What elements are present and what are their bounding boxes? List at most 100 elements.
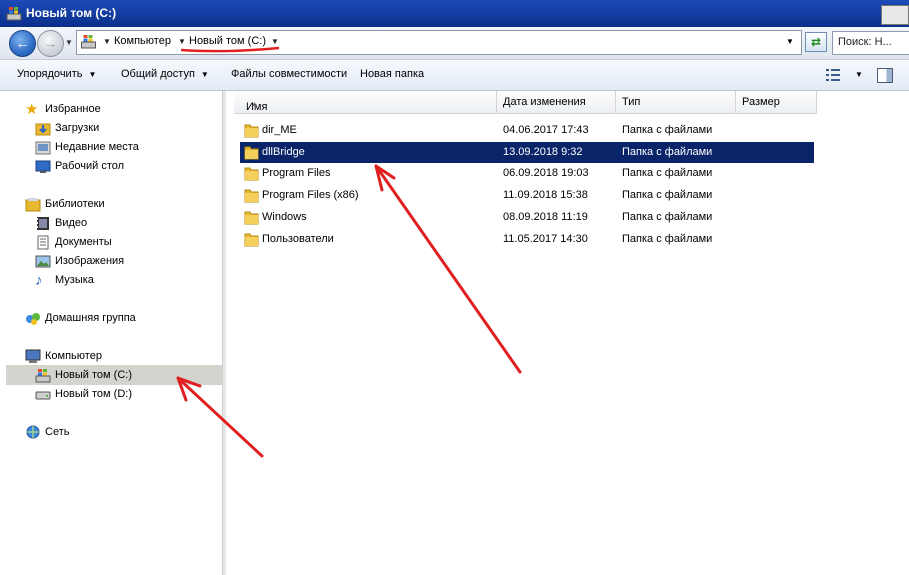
column-header-date[interactable]: Дата изменения xyxy=(497,91,616,114)
nav-label: Изображения xyxy=(55,255,125,267)
search-input[interactable]: Поиск: Н... xyxy=(832,31,909,55)
column-header-type[interactable]: Тип xyxy=(616,91,736,114)
folder-icon xyxy=(244,124,259,138)
breadcrumb-separator-icon[interactable]: ▼ xyxy=(103,37,111,46)
file-type: Папка с файлами xyxy=(622,146,713,158)
file-name: dllBridge xyxy=(262,146,305,158)
images-icon xyxy=(35,255,51,268)
file-date: 06.09.2018 19:03 xyxy=(503,167,589,179)
file-type: Папка с файлами xyxy=(622,167,713,179)
arrow-left-icon: ← xyxy=(15,35,30,51)
pane-splitter[interactable] xyxy=(222,91,226,575)
organize-label: Упорядочить xyxy=(17,68,83,80)
nav-label: Видео xyxy=(55,217,88,229)
refresh-icon: ⇄ xyxy=(810,35,822,49)
preview-pane-icon[interactable] xyxy=(877,68,893,83)
maximize-button[interactable] xyxy=(881,5,909,25)
file-date: 04.06.2017 17:43 xyxy=(503,124,589,136)
column-label: Тип xyxy=(622,96,641,108)
file-row[interactable]: dllBridge 13.09.2018 9:32 Папка с файлами xyxy=(240,142,814,163)
view-options-icon[interactable] xyxy=(826,69,840,81)
file-date: 11.09.2018 15:38 xyxy=(503,189,588,201)
file-row[interactable]: Program Files (x86) 11.09.2018 15:38 Папка… xyxy=(240,185,814,206)
breadcrumb-separator-icon[interactable]: ▼ xyxy=(178,37,186,46)
file-name: Program Files (x86) xyxy=(262,189,359,201)
drive-windows-icon xyxy=(6,7,22,21)
file-row[interactable]: Program Files 06.09.2018 19:03 Папка с фай… xyxy=(240,163,814,184)
organize-button[interactable]: Упорядочить ▼ xyxy=(17,68,96,80)
file-name: Пользователи xyxy=(262,233,334,245)
folder-icon xyxy=(244,211,259,225)
downloads-folder-icon xyxy=(35,123,51,136)
nav-label: Музыка xyxy=(55,274,94,286)
folder-icon xyxy=(244,189,259,203)
file-row[interactable]: Windows 08.09.2018 11:19 Папка с файлами xyxy=(240,207,814,228)
window-title: Новый том (C:) xyxy=(26,6,117,20)
file-row[interactable]: Пользователи 11.05.2017 14:30 Папка с файл… xyxy=(240,229,814,250)
file-date: 13.09.2018 9:32 xyxy=(503,146,583,158)
breadcrumb-drive-c[interactable]: Новый том (C:) xyxy=(189,35,266,47)
nav-label: Компьютер xyxy=(45,350,102,362)
star-icon: ★ xyxy=(25,101,39,118)
drive-windows-icon xyxy=(35,369,51,383)
file-type: Папка с файлами xyxy=(622,189,713,201)
search-placeholder: Поиск: Н... xyxy=(838,36,892,48)
nav-label: Библиотеки xyxy=(45,198,105,210)
new-folder-button[interactable]: Новая папка xyxy=(360,68,424,80)
title-bar: Новый том (C:) xyxy=(0,0,909,27)
file-row[interactable]: dir_ME 04.06.2017 17:43 Папка с файлами xyxy=(240,120,814,141)
share-button[interactable]: Общий доступ ▼ xyxy=(121,68,209,80)
column-header-size[interactable]: Размер xyxy=(736,91,817,114)
chevron-down-icon: ▼ xyxy=(200,70,209,79)
file-type: Папка с файлами xyxy=(622,211,713,223)
refresh-button[interactable]: ⇄ xyxy=(805,32,827,52)
file-type: Папка с файлами xyxy=(622,233,713,245)
libraries-icon xyxy=(25,198,41,212)
breadcrumb-computer[interactable]: Компьютер xyxy=(114,35,171,47)
address-dropdown-icon[interactable]: ▼ xyxy=(786,37,794,46)
nav-label: Загрузки xyxy=(55,122,100,134)
file-name: Program Files xyxy=(262,167,331,179)
computer-icon xyxy=(25,349,41,363)
nav-label: Недавние места xyxy=(55,141,139,153)
column-header-name[interactable]: Имя ▲ xyxy=(234,91,497,114)
folder-icon xyxy=(244,233,259,247)
desktop-icon xyxy=(35,160,51,173)
video-icon xyxy=(37,217,49,230)
command-bar: Упорядочить ▼ Общий доступ ▼ Файлы совмест… xyxy=(0,60,909,91)
sort-ascending-icon: ▲ xyxy=(251,101,258,108)
file-date: 11.05.2017 14:30 xyxy=(503,233,588,245)
breadcrumb-separator-icon[interactable]: ▼ xyxy=(271,37,279,46)
back-button[interactable]: ← xyxy=(9,30,36,57)
file-date: 08.09.2018 11:19 xyxy=(503,211,588,223)
music-note-icon: ♪ xyxy=(35,272,43,289)
nav-label: Новый том (D:) xyxy=(55,388,132,400)
file-type: Папка с файлами xyxy=(622,124,713,136)
address-bar[interactable]: ▼ Компьютер ▼ Новый том (C:) ▼ xyxy=(76,30,802,55)
share-label: Общий доступ xyxy=(121,68,195,80)
nav-label: Новый том (C:) xyxy=(55,369,132,381)
drive-windows-icon xyxy=(81,35,96,49)
address-row: ← → ▼ ▼ Компьютер ▼ Новый том (C:) ▼ ▼ ⇄… xyxy=(0,27,909,60)
nav-label: Избранное xyxy=(45,103,101,115)
network-icon xyxy=(26,425,40,439)
arrow-right-icon: → xyxy=(43,35,58,51)
column-label: Дата изменения xyxy=(503,96,586,108)
recent-places-icon xyxy=(35,141,51,155)
nav-label: Документы xyxy=(55,236,112,248)
file-name: Windows xyxy=(262,211,307,223)
nav-label: Рабочий стол xyxy=(55,160,125,172)
folder-icon xyxy=(244,146,259,160)
forward-button[interactable]: → xyxy=(37,30,64,57)
hard-drive-icon xyxy=(35,391,51,400)
homegroup-icon xyxy=(26,313,40,325)
nav-label: Сеть xyxy=(45,426,70,438)
view-dropdown-icon[interactable]: ▼ xyxy=(855,70,863,79)
history-dropdown-icon[interactable]: ▼ xyxy=(65,38,73,47)
compat-files-button[interactable]: Файлы совместимости xyxy=(231,68,347,80)
column-label: Размер xyxy=(742,96,780,108)
chevron-down-icon: ▼ xyxy=(88,70,97,79)
file-name: dir_ME xyxy=(262,124,297,136)
nav-label: Домашняя группа xyxy=(45,312,136,324)
folder-icon xyxy=(244,167,259,181)
